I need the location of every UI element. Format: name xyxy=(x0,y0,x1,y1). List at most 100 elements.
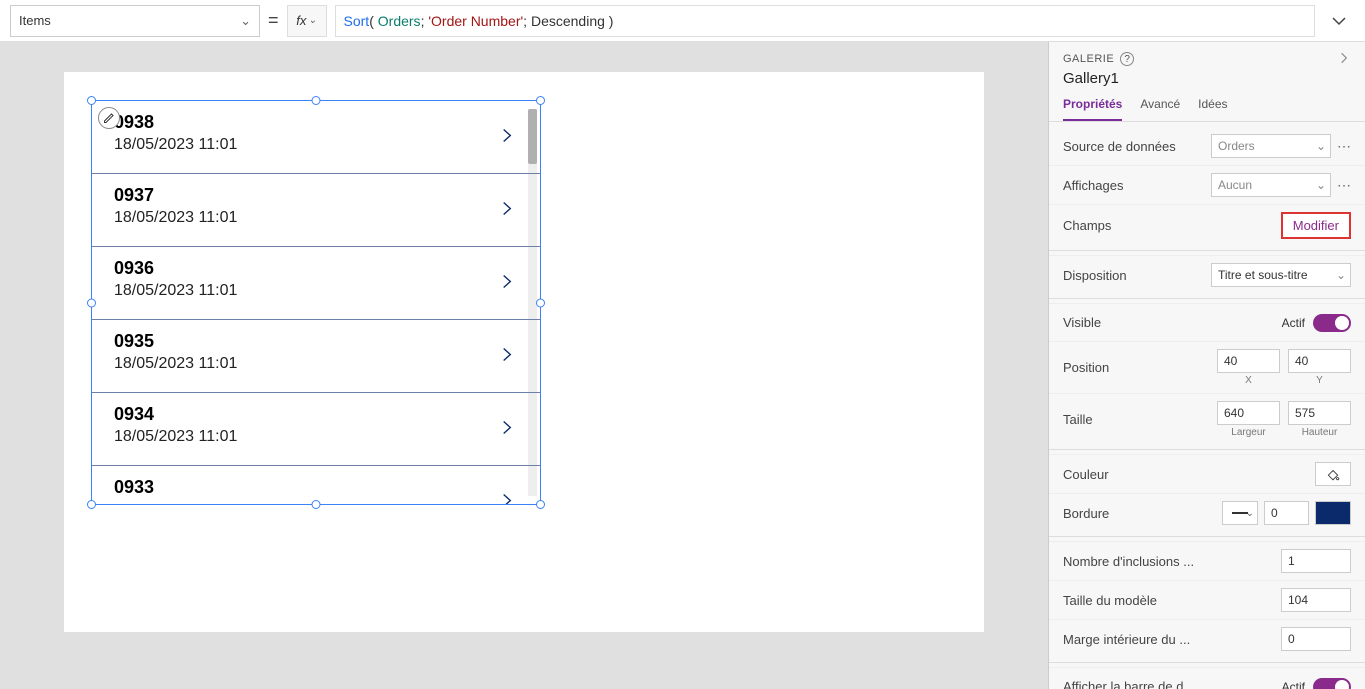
label-templatesize: Taille du modèle xyxy=(1063,593,1157,608)
formula-bar: Items ⌄ = fx ⌄ Sort( Orders; 'Order Numb… xyxy=(0,0,1365,42)
height-input[interactable] xyxy=(1288,401,1351,425)
expand-formula-button[interactable] xyxy=(1323,5,1355,37)
help-icon[interactable]: ? xyxy=(1120,52,1134,66)
pencil-icon xyxy=(103,112,115,124)
row-color: Couleur xyxy=(1049,454,1365,493)
gallery-item-subtitle: 18/05/2023 11:01 xyxy=(114,427,500,447)
gallery-item[interactable]: 0933 xyxy=(92,466,540,504)
row-templatesize: Taille du modèle xyxy=(1049,580,1365,619)
label-fields: Champs xyxy=(1063,218,1111,233)
row-layout: Disposition Titre et sous-titre ⌄ xyxy=(1049,255,1365,294)
resize-handle[interactable] xyxy=(87,96,96,105)
gallery-item[interactable]: 093518/05/2023 11:01 xyxy=(92,320,540,393)
gallery-item-title: 0935 xyxy=(114,330,500,352)
views-select[interactable]: Aucun ⌄ xyxy=(1211,173,1331,197)
gallery-item[interactable]: 093718/05/2023 11:01 xyxy=(92,174,540,247)
gallery-item-subtitle: 18/05/2023 11:01 xyxy=(114,354,500,374)
label-visible: Visible xyxy=(1063,315,1101,330)
chevron-down-icon: ⌄ xyxy=(1246,508,1254,519)
pos-x-input[interactable] xyxy=(1217,349,1280,373)
control-type-label: GALERIE xyxy=(1063,53,1114,65)
row-fields: Champs Modifier xyxy=(1049,204,1365,246)
scrollbar-toggle[interactable] xyxy=(1313,678,1351,689)
chevron-right-icon[interactable] xyxy=(1337,51,1351,68)
border-width-input[interactable] xyxy=(1264,501,1309,525)
gallery-item-title: 0933 xyxy=(114,476,500,498)
gallery-item-title: 0938 xyxy=(114,111,500,133)
edit-template-button[interactable] xyxy=(98,107,120,129)
properties-header: GALERIE ? Gallery1 xyxy=(1049,42,1365,87)
formula-input[interactable]: Sort( Orders; 'Order Number'; Descending… xyxy=(335,5,1315,37)
width-input[interactable] xyxy=(1217,401,1280,425)
layout-select[interactable]: Titre et sous-titre ⌄ xyxy=(1211,263,1351,287)
resize-handle[interactable] xyxy=(87,298,96,307)
padding-input[interactable] xyxy=(1281,627,1351,651)
chevron-down-icon: ⌄ xyxy=(1336,268,1346,282)
wrapcount-input[interactable] xyxy=(1281,549,1351,573)
app-screen[interactable]: 093818/05/2023 11:01093718/05/2023 11:01… xyxy=(64,72,984,632)
canvas[interactable]: 093818/05/2023 11:01093718/05/2023 11:01… xyxy=(0,42,1048,689)
row-wrapcount: Nombre d'inclusions ... xyxy=(1049,541,1365,580)
scrollbar-state: Actif xyxy=(1282,680,1305,689)
tab-properties[interactable]: Propriétés xyxy=(1063,97,1122,121)
chevron-right-icon[interactable] xyxy=(499,270,515,297)
control-name: Gallery1 xyxy=(1063,70,1351,87)
gallery-item[interactable]: 093418/05/2023 11:01 xyxy=(92,393,540,466)
chevron-down-icon: ⌄ xyxy=(308,15,316,26)
gallery-item[interactable]: 093618/05/2023 11:01 xyxy=(92,247,540,320)
chevron-right-icon[interactable] xyxy=(499,124,515,151)
label-wrapcount: Nombre d'inclusions ... xyxy=(1063,554,1194,569)
chevron-down-icon: ⌄ xyxy=(1316,139,1326,153)
chevron-down-icon xyxy=(1330,12,1348,30)
label-size: Taille xyxy=(1063,412,1093,427)
resize-handle[interactable] xyxy=(312,500,321,509)
chevron-right-icon[interactable] xyxy=(499,416,515,443)
chevron-right-icon[interactable] xyxy=(499,343,515,370)
gallery-item-title: 0936 xyxy=(114,257,500,279)
gallery-item[interactable]: 093818/05/2023 11:01 xyxy=(92,101,540,174)
row-visible: Visible Actif xyxy=(1049,303,1365,341)
chevron-down-icon: ⌄ xyxy=(240,13,251,29)
resize-handle[interactable] xyxy=(536,96,545,105)
pos-x-label: X xyxy=(1245,375,1252,386)
properties-panel: GALERIE ? Gallery1 Propriétés Avancé Idé… xyxy=(1048,42,1365,689)
fx-label: fx xyxy=(296,13,306,28)
label-padding: Marge intérieure du ... xyxy=(1063,632,1190,647)
color-picker-button[interactable] xyxy=(1315,462,1351,486)
property-selector-value: Items xyxy=(19,13,51,28)
fx-indicator[interactable]: fx ⌄ xyxy=(287,5,327,37)
gallery-item-subtitle: 18/05/2023 11:01 xyxy=(114,135,500,155)
tab-advanced[interactable]: Avancé xyxy=(1140,97,1180,121)
gallery-selection[interactable]: 093818/05/2023 11:01093718/05/2023 11:01… xyxy=(91,100,541,505)
gallery-body: 093818/05/2023 11:01093718/05/2023 11:01… xyxy=(92,101,540,504)
templatesize-input[interactable] xyxy=(1281,588,1351,612)
label-scrollbar: Afficher la barre de d... xyxy=(1063,679,1194,689)
more-icon[interactable]: ⋯ xyxy=(1337,182,1351,188)
row-datasource: Source de données Orders ⌄ ⋯ xyxy=(1049,122,1365,165)
chevron-right-icon[interactable] xyxy=(499,197,515,224)
paint-bucket-icon xyxy=(1326,467,1340,481)
resize-handle[interactable] xyxy=(536,298,545,307)
datasource-select[interactable]: Orders ⌄ xyxy=(1211,134,1331,158)
pos-y-input[interactable] xyxy=(1288,349,1351,373)
height-label: Hauteur xyxy=(1302,427,1338,438)
tab-ideas[interactable]: Idées xyxy=(1198,97,1227,121)
label-color: Couleur xyxy=(1063,467,1109,482)
chevron-right-icon[interactable] xyxy=(499,489,515,505)
more-icon[interactable]: ⋯ xyxy=(1337,143,1351,149)
label-position: Position xyxy=(1063,360,1109,375)
chevron-down-icon: ⌄ xyxy=(1316,178,1326,192)
property-tabs: Propriétés Avancé Idées xyxy=(1049,87,1365,122)
gallery-item-title: 0934 xyxy=(114,403,500,425)
resize-handle[interactable] xyxy=(312,96,321,105)
border-color-swatch[interactable] xyxy=(1315,501,1351,525)
edit-fields-button[interactable]: Modifier xyxy=(1281,212,1351,239)
visible-state: Actif xyxy=(1282,316,1305,330)
property-selector[interactable]: Items ⌄ xyxy=(10,5,260,37)
border-style-select[interactable]: ⌄ xyxy=(1222,501,1258,525)
resize-handle[interactable] xyxy=(536,500,545,509)
gallery-item-subtitle: 18/05/2023 11:01 xyxy=(114,281,500,301)
label-border: Bordure xyxy=(1063,506,1109,521)
resize-handle[interactable] xyxy=(87,500,96,509)
visible-toggle[interactable] xyxy=(1313,314,1351,332)
